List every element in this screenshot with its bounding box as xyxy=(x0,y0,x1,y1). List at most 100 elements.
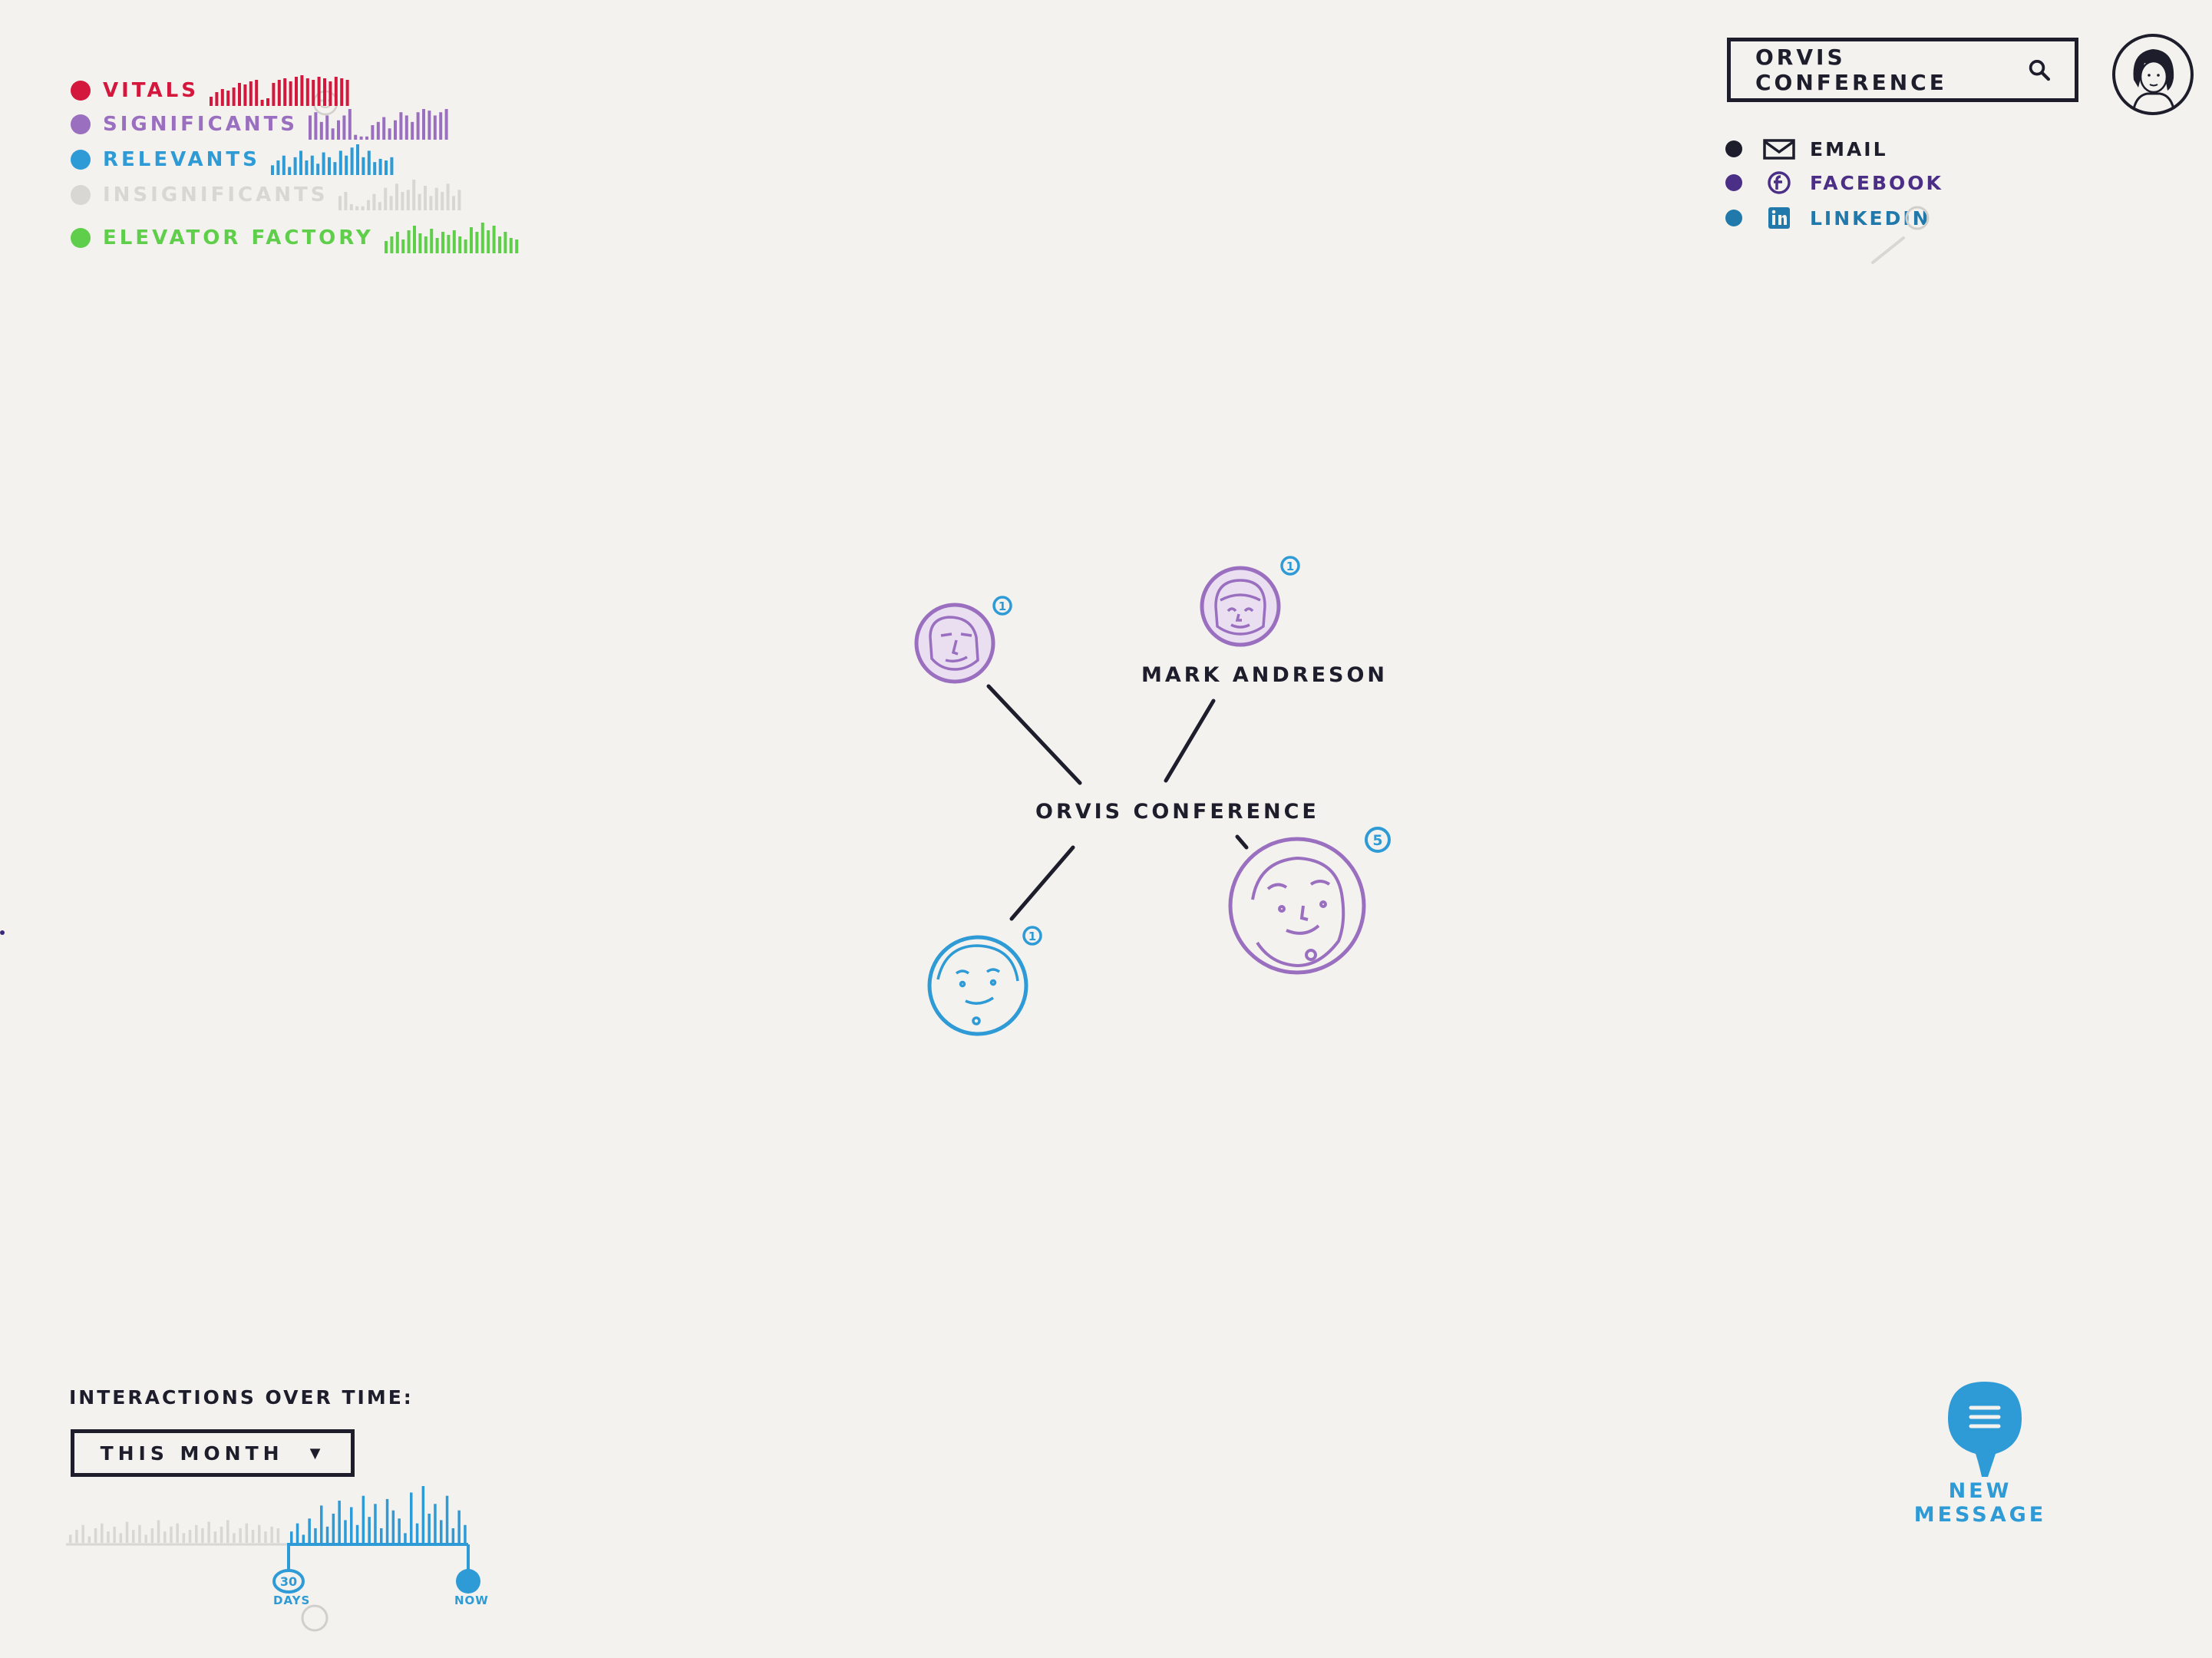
sparkline-bar xyxy=(390,157,394,175)
sparkline-bar xyxy=(390,236,394,253)
legend-item-vitals[interactable]: VITALS xyxy=(71,75,355,106)
sparkline-bar xyxy=(331,128,335,140)
elevator-factory-sparkline xyxy=(384,223,518,253)
sparkline-bar xyxy=(367,200,371,210)
timeline-bar xyxy=(325,1526,329,1543)
sparkline-bar xyxy=(354,134,358,140)
sparkline-bar xyxy=(215,92,219,106)
sparkline-bar xyxy=(497,236,501,253)
sparkline-bar xyxy=(350,204,354,210)
sparkline-bar xyxy=(266,98,269,106)
facebook-dot xyxy=(1725,174,1742,191)
sparkline-bar xyxy=(404,115,408,140)
legend-label: RELEVANTS xyxy=(103,148,260,171)
envelope-icon xyxy=(1763,139,1795,160)
contact-node[interactable]: 1 xyxy=(927,926,1042,1036)
sparkline-bar xyxy=(486,230,490,253)
sparkline-bar xyxy=(314,112,318,140)
sparkline-bar xyxy=(371,125,375,140)
channel-facebook[interactable]: FACEBOOK xyxy=(1725,167,1943,198)
category-legend: VITALS SIGNIFICANTS RELEVANTS INSIGNIFIC… xyxy=(71,61,518,261)
legend-item-insignificants[interactable]: INSIGNIFICANTS xyxy=(71,180,484,210)
sparkline-bar xyxy=(418,233,422,253)
new-message-label: NEW MESSAGE xyxy=(1913,1479,2047,1527)
sparkline-bar xyxy=(283,78,287,106)
sparkline-bar xyxy=(429,196,433,210)
timeline-bar xyxy=(314,1528,317,1543)
timeline-bar xyxy=(119,1533,123,1543)
sparkline-bar xyxy=(378,158,382,175)
timeline-bar xyxy=(251,1530,255,1543)
timeline-bar xyxy=(75,1530,78,1543)
user-avatar-icon[interactable] xyxy=(2111,32,2195,117)
sparkline-bar xyxy=(444,109,448,140)
sparkline-bar xyxy=(338,196,342,210)
timeline-bar xyxy=(113,1526,116,1543)
badge-count: 1 xyxy=(999,599,1006,613)
sparkline-bar xyxy=(384,160,388,175)
timeline-bar xyxy=(355,1524,359,1543)
timeline-bar xyxy=(81,1524,84,1543)
touch-pointer-indicator xyxy=(301,1604,328,1632)
sparkline-bar xyxy=(382,117,386,140)
timeline-bar xyxy=(404,1533,407,1543)
sparkline-bar xyxy=(376,121,380,140)
linkedin-dot xyxy=(1725,210,1742,226)
timeline-bar xyxy=(207,1521,210,1543)
timeline-bar xyxy=(258,1524,261,1543)
sparkline-bar xyxy=(355,206,359,210)
sparkline-bar xyxy=(372,193,376,210)
period-dropdown[interactable]: THIS MONTH ▼ xyxy=(71,1429,355,1477)
sparkline-bar xyxy=(378,202,382,210)
timeline-bar xyxy=(380,1528,383,1543)
timeline-bar xyxy=(195,1524,198,1543)
range-end-handle[interactable] xyxy=(456,1569,480,1594)
search-icon[interactable] xyxy=(2027,57,2052,83)
timeline-bar xyxy=(182,1533,186,1543)
legend-label: VITALS xyxy=(103,79,199,102)
sparkline-bar xyxy=(209,97,213,106)
timeline-bar xyxy=(188,1530,192,1543)
sparkline-bar xyxy=(316,163,320,175)
timeline-bar xyxy=(344,1520,347,1543)
sparkline-bar xyxy=(226,91,230,106)
timeline-bar xyxy=(220,1526,223,1543)
timeline-bar xyxy=(451,1528,455,1543)
timeline-bar xyxy=(410,1492,413,1543)
contact-node[interactable]: 5 xyxy=(1228,827,1391,975)
timeline-bar xyxy=(201,1528,204,1543)
elevator-factory-dot xyxy=(71,228,91,248)
timeline-bar xyxy=(69,1534,72,1543)
legend-item-elevator-factory[interactable]: ELEVATOR FACTORY xyxy=(71,223,530,253)
contact-node[interactable]: 1 xyxy=(914,596,1012,684)
edge-contact-1 xyxy=(986,684,1082,785)
search-input[interactable]: ORVIS CONFERENCE xyxy=(1727,38,2078,102)
legend-item-relevants[interactable]: RELEVANTS xyxy=(71,144,417,175)
sparkline-bar xyxy=(325,115,329,140)
timeline-bar xyxy=(144,1534,147,1543)
sparkline-bar xyxy=(312,80,315,106)
sparkline-bar xyxy=(309,115,312,140)
timeline-bar xyxy=(434,1504,437,1543)
sparkline-bar xyxy=(457,190,461,210)
sparkline-bar xyxy=(276,160,280,175)
timeline-recent-bars xyxy=(290,1486,467,1543)
sparkline-bar xyxy=(441,232,444,253)
sparkline-bar xyxy=(220,89,224,106)
sparkline-bar xyxy=(293,157,297,175)
contact-name-label[interactable]: MARK ANDRESON xyxy=(1141,663,1388,687)
legend-item-significants[interactable]: SIGNIFICANTS xyxy=(71,109,454,140)
graph-center-label[interactable]: ORVIS CONFERENCE xyxy=(1035,800,1319,824)
sparkline-bar xyxy=(317,77,321,106)
channel-email[interactable]: EMAIL xyxy=(1725,134,1888,164)
contact-node-mark-andreson[interactable]: 1 xyxy=(1200,556,1300,647)
relevants-dot xyxy=(71,150,91,170)
timeline-bar xyxy=(295,1523,299,1543)
sparkline-bar xyxy=(288,167,292,175)
channel-label: FACEBOOK xyxy=(1810,171,1943,194)
sparkline-bar xyxy=(348,109,352,140)
new-message-button[interactable]: NEW MESSAGE xyxy=(1888,1376,2072,1527)
timeline-bar xyxy=(170,1526,173,1543)
significants-dot xyxy=(71,114,91,134)
sparkline-bar xyxy=(342,115,346,140)
